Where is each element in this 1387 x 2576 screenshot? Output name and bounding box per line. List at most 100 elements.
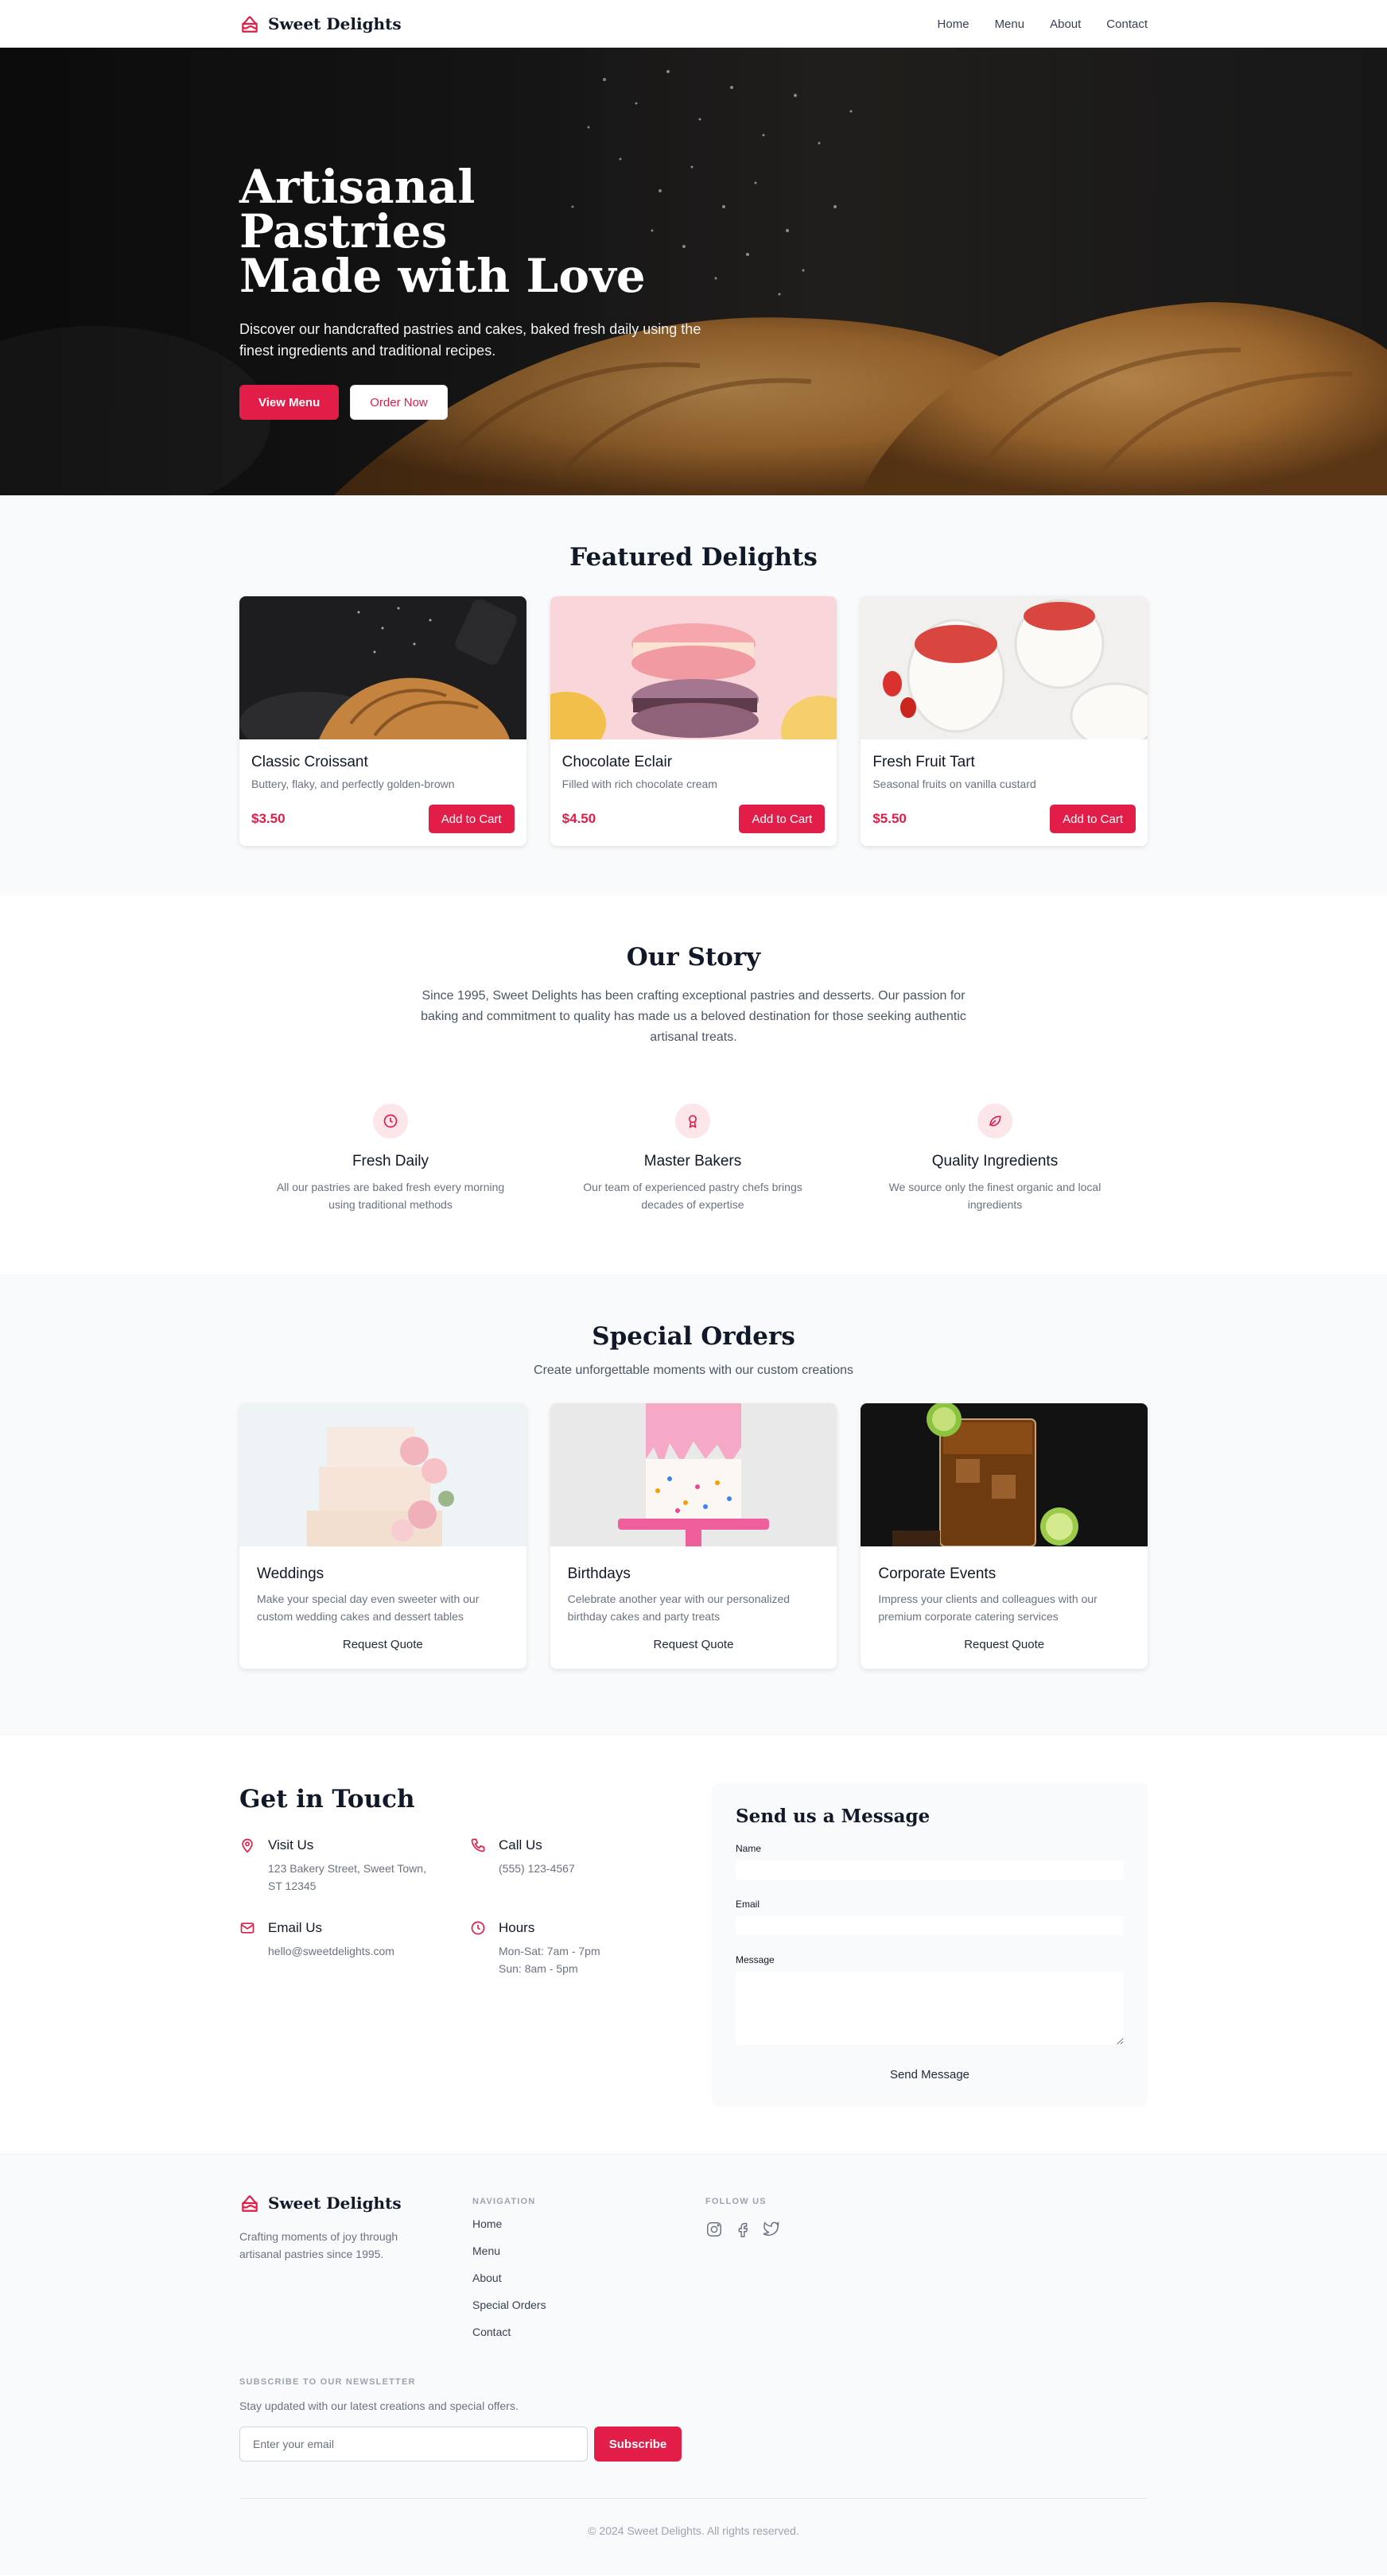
hours-info: Hours Mon-Sat: 7am - 7pm Sun: 8am - 5pm (470, 1920, 685, 1977)
request-quote-link[interactable]: Request Quote (568, 1638, 820, 1651)
nav-link-contact[interactable]: Contact (1106, 17, 1148, 31)
corporate-drink-image (861, 1403, 1148, 1546)
footer-brand[interactable]: Sweet Delights (239, 2193, 472, 2213)
order-now-button[interactable]: Order Now (350, 385, 448, 420)
product-name: Chocolate Eclair (561, 754, 673, 770)
footer-brand-name: Sweet Delights (268, 2194, 402, 2213)
feature-desc: All our pastries are baked fresh every m… (276, 1181, 505, 1211)
request-quote-link[interactable]: Request Quote (878, 1638, 1130, 1651)
hero-title-line2: Made with Love (239, 249, 646, 303)
send-message-button[interactable]: Send Message (736, 2068, 1124, 2081)
story-title: Our Story (626, 943, 761, 972)
phone-icon (471, 1838, 485, 1852)
product-desc: Seasonal fruits on vanilla custard (872, 778, 1036, 790)
macaron-image (550, 596, 837, 739)
featured-section: Featured Delights Classic Croissant Butt… (0, 495, 1387, 895)
visit-address: 123 Bakery Street, Sweet Town, ST 12345 (268, 1862, 426, 1892)
message-field[interactable] (736, 1972, 1124, 2045)
clock-icon (471, 1921, 485, 1935)
special-name: Weddings (257, 1565, 324, 1582)
special-title: Special Orders (592, 1322, 795, 1351)
twitter-icon[interactable] (763, 2221, 780, 2238)
clock-icon (373, 1104, 408, 1139)
name-field[interactable] (736, 1860, 1124, 1880)
special-card: Corporate Events Impress your clients an… (861, 1403, 1148, 1669)
hours-weekday: Mon-Sat: 7am - 7pm (499, 1945, 600, 1957)
nav-links: Home Menu About Contact (938, 17, 1148, 31)
product-card: Fresh Fruit Tart Seasonal fruits on vani… (861, 596, 1148, 846)
email-info: Email Us hello@sweetdelights.com (239, 1920, 470, 1977)
contact-form: Send us a Message Name Email Message Sen… (712, 1783, 1148, 2106)
copyright: © 2024 Sweet Delights. All rights reserv… (588, 2524, 799, 2537)
contact-section: Get in Touch Visit Us 123 Bakery Street,… (0, 1736, 1387, 2154)
special-desc: Celebrate another year with our personal… (567, 1593, 791, 1623)
form-title: Send us a Message (736, 1806, 930, 1827)
special-name: Birthdays (567, 1565, 631, 1582)
newsletter-heading: SUBSCRIBE TO OUR NEWSLETTER (239, 2377, 416, 2387)
feature-title: Fresh Daily (352, 1153, 429, 1170)
feature-item: Master Bakers Our team of experienced pa… (542, 1104, 844, 1213)
add-to-cart-button[interactable]: Add to Cart (739, 805, 826, 833)
newsletter: SUBSCRIBE TO OUR NEWSLETTER Stay updated… (239, 2373, 1148, 2462)
special-desc: Make your special day even sweeter with … (257, 1593, 480, 1623)
product-desc: Filled with rich chocolate cream (561, 778, 717, 790)
request-quote-link[interactable]: Request Quote (257, 1638, 509, 1651)
map-pin-icon (242, 1838, 253, 1853)
nav-link-menu[interactable]: Menu (995, 17, 1025, 31)
hours-text: Mon-Sat: 7am - 7pm Sun: 8am - 5pm (499, 1942, 666, 1977)
hero-subtitle: Discover our handcrafted pastries and ca… (239, 321, 701, 359)
hero-title: Artisanal Pastries Made with Love (239, 164, 685, 299)
special-card: Weddings Make your special day even swee… (239, 1403, 526, 1669)
footer-link-contact[interactable]: Contact (472, 2326, 705, 2353)
view-menu-button[interactable]: View Menu (239, 385, 340, 420)
newsletter-text: Stay updated with our latest creations a… (239, 2399, 519, 2412)
name-label: Name (736, 1843, 762, 1854)
facebook-icon[interactable] (734, 2221, 752, 2238)
special-desc: Impress your clients and colleagues with… (878, 1593, 1098, 1623)
hours-label: Hours (499, 1920, 535, 1935)
cake-logo-icon (242, 2195, 258, 2212)
message-label: Message (736, 1954, 775, 1965)
feature-desc: We source only the finest organic and lo… (888, 1181, 1101, 1211)
leaf-icon (977, 1104, 1012, 1139)
story-text: Since 1995, Sweet Delights has been craf… (421, 989, 966, 1044)
product-card: Classic Croissant Buttery, flaky, and pe… (239, 596, 526, 846)
add-to-cart-button[interactable]: Add to Cart (428, 805, 515, 833)
product-name: Classic Croissant (251, 754, 368, 770)
footer: Sweet Delights Crafting moments of joy t… (0, 2154, 1387, 2575)
call-info: Call Us (555) 123-4567 (470, 1837, 685, 1895)
footer-link-about[interactable]: About (472, 2271, 705, 2299)
email-label: Email (736, 1899, 760, 1910)
subscribe-button[interactable]: Subscribe (594, 2427, 682, 2462)
hours-sunday: Sun: 8am - 5pm (499, 1962, 578, 1975)
special-orders-section: Special Orders Create unforgettable mome… (0, 1274, 1387, 1736)
fruit-tart-image (861, 596, 1148, 739)
product-price: $3.50 (251, 811, 286, 826)
footer-nav-heading: NAVIGATION (472, 2197, 536, 2206)
feature-title: Quality Ingredients (931, 1153, 1059, 1170)
add-to-cart-button[interactable]: Add to Cart (1050, 805, 1136, 833)
nav-link-home[interactable]: Home (938, 17, 969, 31)
contact-title: Get in Touch (239, 1785, 415, 1814)
feature-item: Fresh Daily All our pastries are baked f… (239, 1104, 542, 1213)
footer-link-menu[interactable]: Menu (472, 2244, 705, 2271)
email-address[interactable]: hello@sweetdelights.com (268, 1942, 435, 1960)
special-name: Corporate Events (878, 1565, 997, 1582)
feature-title: Master Bakers (643, 1153, 742, 1170)
featured-title: Featured Delights (569, 543, 818, 572)
nav-link-about[interactable]: About (1050, 17, 1081, 31)
footer-divider (239, 2498, 1148, 2499)
newsletter-email-input[interactable] (239, 2427, 588, 2462)
footer-link-home[interactable]: Home (472, 2217, 705, 2244)
cake-logo-icon (242, 16, 258, 33)
brand[interactable]: Sweet Delights (239, 14, 402, 34)
footer-link-special-orders[interactable]: Special Orders (472, 2299, 705, 2326)
brand-name: Sweet Delights (268, 14, 402, 33)
instagram-icon[interactable] (705, 2221, 723, 2238)
special-subtitle: Create unforgettable moments with our cu… (534, 1364, 853, 1377)
mail-icon (240, 1922, 254, 1934)
phone-number[interactable]: (555) 123-4567 (499, 1860, 666, 1877)
email-field[interactable] (736, 1916, 1124, 1935)
birthday-cake-image (550, 1403, 837, 1546)
product-price: $4.50 (561, 811, 596, 826)
